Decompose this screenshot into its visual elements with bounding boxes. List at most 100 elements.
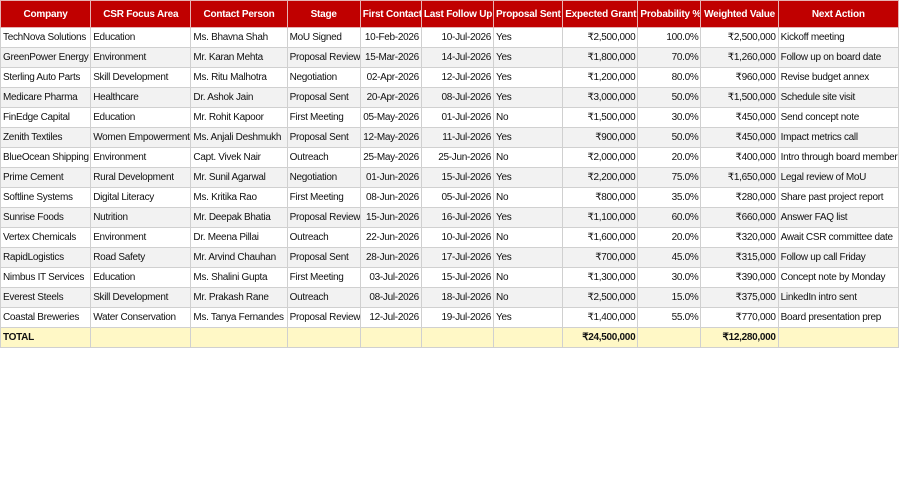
- table-cell[interactable]: ₹2,200,000: [562, 167, 639, 188]
- column-header[interactable]: Next Action: [777, 0, 900, 28]
- column-header[interactable]: Stage: [286, 0, 361, 28]
- table-cell[interactable]: 100.0%: [637, 27, 702, 48]
- table-cell[interactable]: Zenith Textiles: [0, 127, 92, 148]
- table-cell[interactable]: [286, 327, 361, 348]
- table-cell[interactable]: ₹320,000: [700, 227, 779, 248]
- table-cell[interactable]: 30.0%: [637, 107, 702, 128]
- table-cell[interactable]: ₹315,000: [700, 247, 779, 268]
- column-header[interactable]: Last Follow Up: [420, 0, 495, 28]
- table-cell[interactable]: FinEdge Capital: [0, 107, 92, 128]
- table-cell[interactable]: [777, 327, 900, 348]
- table-cell[interactable]: Mr. Arvind Chauhan: [190, 247, 288, 268]
- table-cell[interactable]: Capt. Vivek Nair: [190, 147, 288, 168]
- table-cell[interactable]: 05-May-2026: [359, 107, 422, 128]
- table-cell[interactable]: Softline Systems: [0, 187, 92, 208]
- column-header[interactable]: Weighted Value: [700, 0, 779, 28]
- table-cell[interactable]: 50.0%: [637, 87, 702, 108]
- table-cell[interactable]: Yes: [493, 307, 564, 328]
- table-cell[interactable]: 15-Jul-2026: [420, 167, 495, 188]
- table-cell[interactable]: 08-Jun-2026: [359, 187, 422, 208]
- table-cell[interactable]: First Meeting: [286, 107, 361, 128]
- table-cell[interactable]: 10-Feb-2026: [359, 27, 422, 48]
- table-cell[interactable]: Share past project report: [777, 187, 900, 208]
- table-cell[interactable]: 30.0%: [637, 267, 702, 288]
- table-cell[interactable]: 17-Jul-2026: [420, 247, 495, 268]
- table-cell[interactable]: 50.0%: [637, 127, 702, 148]
- table-cell[interactable]: Mr. Sunil Agarwal: [190, 167, 288, 188]
- table-cell[interactable]: ₹375,000: [700, 287, 779, 308]
- table-cell[interactable]: Outreach: [286, 227, 361, 248]
- table-cell[interactable]: 16-Jul-2026: [420, 207, 495, 228]
- table-cell[interactable]: Revise budget annex: [777, 67, 900, 88]
- table-cell[interactable]: Send concept note: [777, 107, 900, 128]
- table-cell[interactable]: 18-Jul-2026: [420, 287, 495, 308]
- table-cell[interactable]: No: [493, 187, 564, 208]
- table-cell[interactable]: Mr. Karan Mehta: [190, 47, 288, 68]
- table-cell[interactable]: Sunrise Foods: [0, 207, 92, 228]
- column-header[interactable]: First Contact: [359, 0, 422, 28]
- table-cell[interactable]: Ms. Bhavna Shah: [190, 27, 288, 48]
- table-cell[interactable]: ₹280,000: [700, 187, 779, 208]
- table-cell[interactable]: MoU Signed: [286, 27, 361, 48]
- table-cell[interactable]: ₹1,600,000: [562, 227, 639, 248]
- table-cell[interactable]: ₹1,100,000: [562, 207, 639, 228]
- table-cell[interactable]: Rural Development: [90, 167, 192, 188]
- table-cell[interactable]: 25-May-2026: [359, 147, 422, 168]
- table-cell[interactable]: GreenPower Energy: [0, 47, 92, 68]
- table-cell[interactable]: Digital Literacy: [90, 187, 192, 208]
- table-cell[interactable]: Negotiation: [286, 167, 361, 188]
- table-cell[interactable]: Healthcare: [90, 87, 192, 108]
- table-cell[interactable]: Road Safety: [90, 247, 192, 268]
- table-cell[interactable]: First Meeting: [286, 187, 361, 208]
- table-cell[interactable]: 12-May-2026: [359, 127, 422, 148]
- table-cell[interactable]: 20.0%: [637, 147, 702, 168]
- table-cell[interactable]: 28-Jun-2026: [359, 247, 422, 268]
- table-cell[interactable]: Intro through board member: [777, 147, 900, 168]
- table-cell[interactable]: ₹450,000: [700, 107, 779, 128]
- table-cell[interactable]: ₹1,300,000: [562, 267, 639, 288]
- table-cell[interactable]: Legal review of MoU: [777, 167, 900, 188]
- table-cell[interactable]: ₹390,000: [700, 267, 779, 288]
- table-cell[interactable]: 20.0%: [637, 227, 702, 248]
- table-cell[interactable]: Prime Cement: [0, 167, 92, 188]
- table-cell[interactable]: 70.0%: [637, 47, 702, 68]
- table-cell[interactable]: No: [493, 267, 564, 288]
- table-cell[interactable]: Dr. Meena Pillai: [190, 227, 288, 248]
- table-cell[interactable]: Kickoff meeting: [777, 27, 900, 48]
- table-cell[interactable]: Negotiation: [286, 67, 361, 88]
- table-cell[interactable]: Nimbus IT Services: [0, 267, 92, 288]
- table-cell[interactable]: 01-Jul-2026: [420, 107, 495, 128]
- table-cell[interactable]: 15.0%: [637, 287, 702, 308]
- table-cell[interactable]: Yes: [493, 87, 564, 108]
- table-cell[interactable]: Skill Development: [90, 67, 192, 88]
- table-cell[interactable]: ₹1,200,000: [562, 67, 639, 88]
- table-cell[interactable]: 35.0%: [637, 187, 702, 208]
- table-cell[interactable]: Coastal Breweries: [0, 307, 92, 328]
- table-cell[interactable]: 05-Jul-2026: [420, 187, 495, 208]
- table-cell[interactable]: Education: [90, 27, 192, 48]
- table-cell[interactable]: ₹700,000: [562, 247, 639, 268]
- table-cell[interactable]: Skill Development: [90, 287, 192, 308]
- column-header[interactable]: Proposal Sent: [493, 0, 564, 28]
- table-cell[interactable]: Follow up call Friday: [777, 247, 900, 268]
- table-cell[interactable]: Await CSR committee date: [777, 227, 900, 248]
- table-cell[interactable]: [190, 327, 288, 348]
- table-cell[interactable]: 12-Jul-2026: [359, 307, 422, 328]
- table-cell[interactable]: 15-Jul-2026: [420, 267, 495, 288]
- table-cell[interactable]: ₹3,000,000: [562, 87, 639, 108]
- table-cell[interactable]: Outreach: [286, 287, 361, 308]
- table-cell[interactable]: TechNova Solutions: [0, 27, 92, 48]
- table-cell[interactable]: Sterling Auto Parts: [0, 67, 92, 88]
- table-cell[interactable]: [420, 327, 495, 348]
- table-cell[interactable]: ₹660,000: [700, 207, 779, 228]
- table-cell[interactable]: ₹770,000: [700, 307, 779, 328]
- table-cell[interactable]: ₹1,500,000: [700, 87, 779, 108]
- total-expected-grant[interactable]: ₹24,500,000: [562, 327, 639, 348]
- table-cell[interactable]: Answer FAQ list: [777, 207, 900, 228]
- table-cell[interactable]: [637, 327, 702, 348]
- table-cell[interactable]: Schedule site visit: [777, 87, 900, 108]
- table-cell[interactable]: Nutrition: [90, 207, 192, 228]
- table-cell[interactable]: BlueOcean Shipping: [0, 147, 92, 168]
- table-cell[interactable]: Concept note by Monday: [777, 267, 900, 288]
- table-cell[interactable]: Water Conservation: [90, 307, 192, 328]
